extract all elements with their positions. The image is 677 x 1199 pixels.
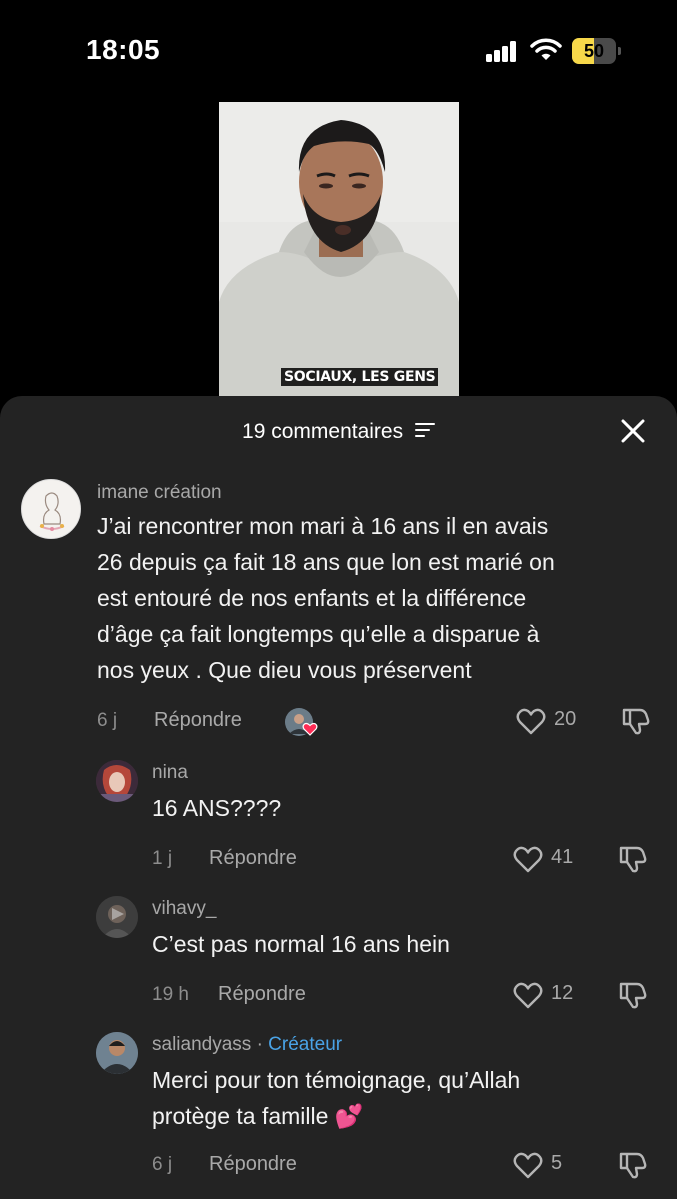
- comment-author[interactable]: saliandyass: [152, 1034, 251, 1055]
- avatar-illustration: [96, 760, 138, 802]
- battery-icon: 50: [572, 38, 622, 64]
- dislike-button[interactable]: [618, 844, 647, 873]
- comments-sheet: 19 commentaires imane création J’ai renc…: [0, 396, 677, 1199]
- signal-icon: [486, 40, 518, 62]
- reply-button[interactable]: Répondre: [218, 983, 306, 1006]
- name-separator: ·: [256, 1034, 263, 1055]
- avatar[interactable]: [96, 760, 138, 802]
- comment-author[interactable]: imane création: [97, 482, 222, 504]
- comment-item: imane création J’ai rencontrer mon mari …: [0, 476, 677, 776]
- like-button[interactable]: 20: [516, 706, 576, 736]
- avatar-illustration: [96, 1032, 138, 1074]
- dislike-button[interactable]: [621, 706, 650, 735]
- dislike-button[interactable]: [618, 980, 647, 1009]
- sheet-header: 19 commentaires: [0, 396, 677, 468]
- wifi-icon: [530, 38, 562, 62]
- avatar[interactable]: [96, 1032, 138, 1074]
- status-bar: 18:05 50: [0, 0, 677, 100]
- thumbs-down-icon: [619, 1152, 647, 1179]
- heart-outline-icon: [513, 1152, 543, 1179]
- comment-text: Merci pour ton témoignage, qu’Allah prot…: [152, 1062, 652, 1134]
- like-count: 20: [554, 708, 577, 730]
- status-time: 18:05: [86, 34, 161, 65]
- comment-text-line: protège ta famille 💕: [152, 1103, 364, 1129]
- thumbs-down-icon: [619, 846, 647, 873]
- battery-percent: 50: [583, 41, 605, 61]
- comment-meta: 6 j Répondre 5: [152, 1152, 657, 1180]
- heart-outline-icon: [513, 982, 543, 1009]
- comment-author[interactable]: vihavy_: [152, 898, 216, 920]
- thumbs-down-icon: [619, 982, 647, 1009]
- comment-text: J’ai rencontrer mon mari à 16 ans il en …: [97, 508, 657, 688]
- comment-meta: 6 j Répondre 20: [97, 708, 657, 736]
- like-button[interactable]: 5: [513, 1150, 573, 1180]
- avatar[interactable]: [96, 896, 138, 938]
- comment-text-line: nos yeux . Que dieu vous préservent: [97, 657, 472, 683]
- comment-meta: 1 j Répondre 41: [152, 846, 657, 874]
- dislike-button[interactable]: [618, 1150, 647, 1179]
- comment-text-line: d’âge ça fait longtemps qu’elle a dispar…: [97, 621, 540, 647]
- comment-author-row: saliandyass · Créateur: [152, 1034, 342, 1056]
- close-icon: [621, 419, 645, 443]
- heart-outline-icon: [516, 708, 546, 735]
- comment-count-header[interactable]: 19 commentaires: [0, 420, 677, 444]
- like-count: 5: [551, 1152, 563, 1174]
- comment-meta: 19 h Répondre 12: [152, 982, 657, 1010]
- comment-text-line: 26 depuis ça fait 18 ans que lon est mar…: [97, 549, 555, 575]
- comment-time: 1 j: [152, 848, 173, 869]
- reply-button[interactable]: Répondre: [209, 847, 297, 870]
- heart-icon: [302, 722, 318, 736]
- comment-text-line: Merci pour ton témoignage, qu’Allah: [152, 1067, 521, 1093]
- comment-time: 6 j: [97, 710, 118, 731]
- video-caption: SOCIAUX, LES GENS: [281, 368, 439, 386]
- reply-item: saliandyass · Créateur Merci pour ton té…: [0, 1030, 677, 1199]
- comment-text-line: est entouré de nos enfants et la différe…: [97, 585, 527, 611]
- like-button[interactable]: 41: [513, 844, 573, 874]
- comment-time: 6 j: [152, 1154, 173, 1175]
- avatar[interactable]: [21, 479, 81, 539]
- comment-text: C’est pas normal 16 ans hein: [152, 926, 652, 962]
- avatar-illustration: [23, 481, 80, 538]
- comment-text-line: C’est pas normal 16 ans hein: [152, 931, 450, 957]
- comment-text-line: J’ai rencontrer mon mari à 16 ans il en …: [97, 513, 549, 539]
- reply-button[interactable]: Répondre: [154, 709, 242, 732]
- comment-time: 19 h: [152, 984, 189, 1005]
- heart-outline-icon: [513, 846, 543, 873]
- thumbs-down-icon: [622, 708, 650, 735]
- avatar-illustration: [96, 896, 138, 938]
- comment-count-label: 19 commentaires: [242, 420, 404, 443]
- creator-badge: Créateur: [268, 1034, 343, 1055]
- video-preview[interactable]: SOCIAUX, LES GENS: [219, 102, 459, 402]
- close-button[interactable]: [620, 418, 646, 444]
- reply-item: vihavy_ C’est pas normal 16 ans hein 19 …: [0, 894, 677, 1024]
- comment-author[interactable]: nina: [152, 762, 188, 784]
- like-count: 12: [551, 982, 574, 1004]
- person-illustration: [219, 102, 459, 402]
- reply-button[interactable]: Répondre: [209, 1153, 297, 1176]
- comment-text-line: 16 ANS????: [152, 795, 282, 821]
- like-count: 41: [551, 846, 574, 868]
- like-button[interactable]: 12: [513, 980, 573, 1010]
- reply-item: nina 16 ANS???? 1 j Répondre 41: [0, 758, 677, 888]
- comment-text: 16 ANS????: [152, 790, 652, 826]
- filter-icon[interactable]: [414, 423, 435, 438]
